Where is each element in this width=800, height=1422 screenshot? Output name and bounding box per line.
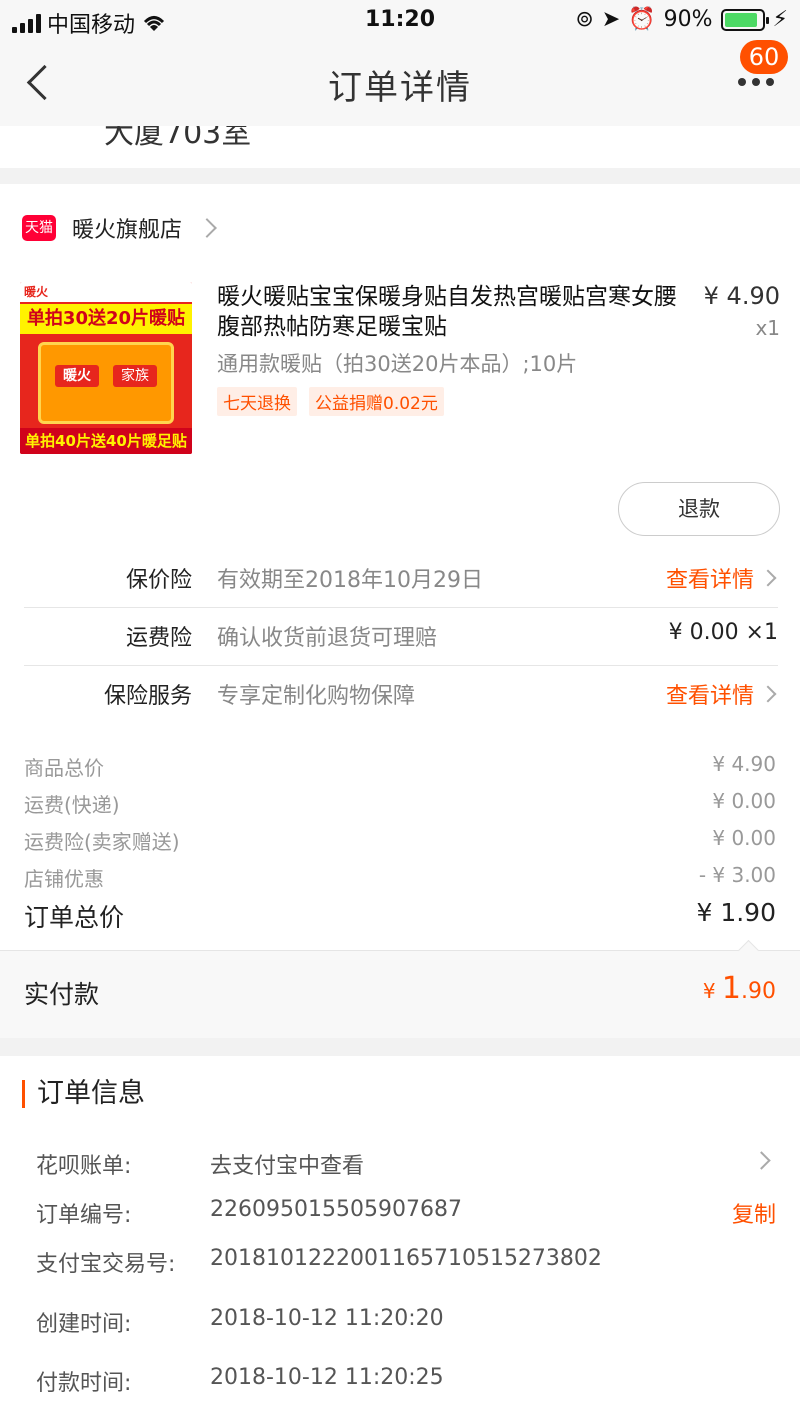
chevron-right-icon [197, 218, 217, 238]
alarm-icon: ⏰ [628, 7, 656, 32]
charging-icon: ⚡ [772, 7, 788, 32]
view-details-link[interactable]: 查看详情 [666, 678, 754, 710]
service-shipping-insurance: 运费险 确认收货前退货可理赔 ¥ 0.00 ×1 [24, 608, 778, 666]
refund-button[interactable]: 退款 [618, 482, 780, 536]
address-text: 大厦703室 [104, 126, 252, 151]
page-title: 订单详情 [328, 68, 472, 108]
status-bar: 中国移动 11:20 ⊚ ➤ ⏰ 90% ⚡ [0, 0, 800, 40]
chevron-right-icon [759, 685, 777, 703]
order-info-title: 订单信息 [22, 1080, 145, 1108]
summary-row-shipping: 运费(快递) ¥ 0.00 [24, 789, 776, 817]
tmall-icon: 天猫 [22, 215, 56, 241]
product-sku: 通用款暖贴（拍30送20片本品）;10片 [217, 352, 578, 376]
product-quantity: x1 [755, 316, 780, 340]
product-tags: 七天退换 公益捐赠0.02元 [217, 387, 444, 416]
service-price-protection[interactable]: 保价险 有效期至2018年10月29日 查看详情 [24, 550, 778, 608]
product-price: ¥ 4.90 [703, 282, 780, 310]
rotation-lock-icon: ⊚ [575, 7, 594, 32]
summary-row-shipping-insurance: 运费险(卖家赠送) ¥ 0.00 [24, 826, 776, 854]
view-details-link[interactable]: 查看详情 [666, 562, 754, 594]
order-total: 订单总价 ¥ 1.90 [24, 898, 776, 932]
summary-row-shop-discount: 店铺优惠 - ¥ 3.00 [24, 863, 776, 891]
product-image[interactable]: 暖火 单拍30送20片暖贴 暖火 家族 单拍40片送40片暖足贴 [20, 282, 192, 454]
shop-link[interactable]: 天猫 暖火旗舰店 [22, 212, 217, 244]
paid-amount: ¥ 1.90 [702, 971, 776, 1006]
location-icon: ➤ [601, 7, 621, 32]
battery-icon [720, 8, 769, 31]
order-item-card: 天猫 暖火旗舰店 暖火 单拍30送20片暖贴 暖火 家族 单拍40片送40片暖足贴… [0, 184, 800, 1038]
nav-bar: 订单详情 60 [0, 40, 800, 126]
service-insurance[interactable]: 保险服务 专享定制化购物保障 查看详情 [24, 666, 778, 724]
chevron-right-icon [759, 569, 777, 587]
summary-row-goods-total: 商品总价 ¥ 4.90 [24, 752, 776, 780]
battery-percent: 90% [663, 7, 713, 32]
shop-name: 暖火旗舰店 [72, 218, 183, 243]
copy-button[interactable]: 复制 [732, 1197, 776, 1229]
tag-seven-day-return: 七天退换 [217, 387, 297, 416]
top-bar: 中国移动 11:20 ⊚ ➤ ⏰ 90% ⚡ 订单详情 60 [0, 0, 800, 126]
paid-amount-section: 实付款 ¥ 1.90 [0, 950, 800, 1038]
product-title[interactable]: 暖火暖贴宝宝保暖身贴自发热宫暖贴宫寒女腰腹部热帖防寒足暖宝贴 [217, 282, 685, 342]
chevron-right-icon [752, 1151, 771, 1170]
message-count-badge: 60 [740, 40, 788, 74]
order-info-card: 订单信息 花呗账单: 去支付宝中查看 订单编号: 226095015505907… [0, 1056, 800, 1422]
address-section: 大厦703室 [0, 126, 800, 168]
tag-charity: 公益捐赠0.02元 [309, 387, 444, 416]
